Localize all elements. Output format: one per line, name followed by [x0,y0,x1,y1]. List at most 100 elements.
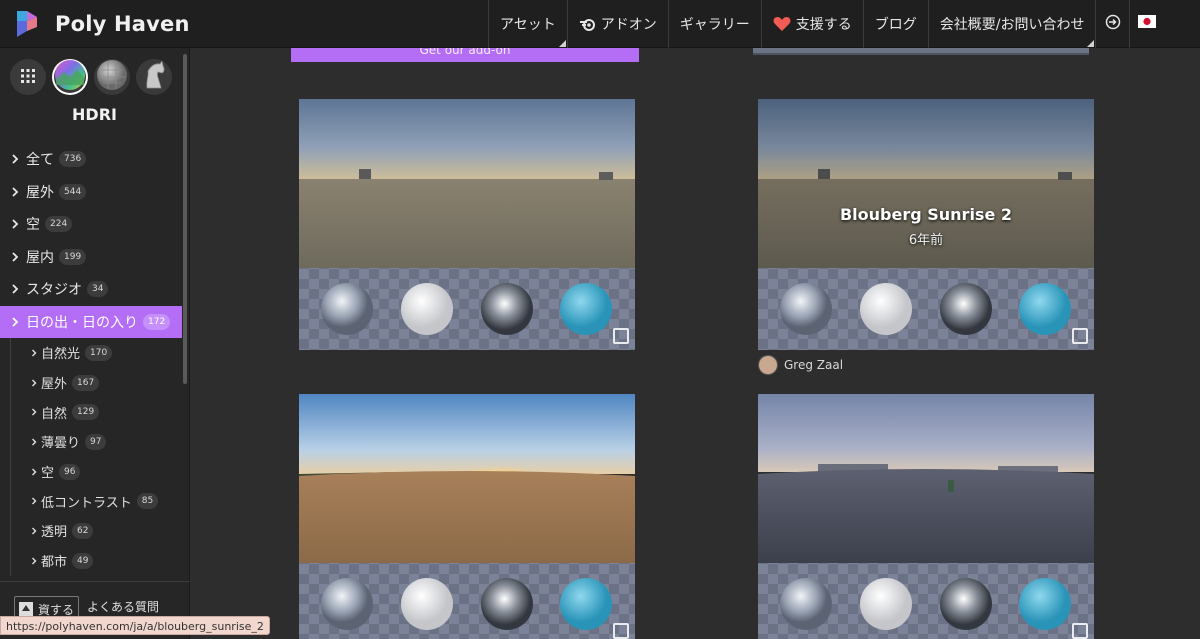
asset-title: Blouberg Sunrise 2 [839,205,1013,224]
gallery-icon [1072,623,1088,639]
japan-flag-icon [1137,15,1156,32]
previous-asset-thumbnail[interactable] [753,48,1089,55]
category-label: 全て [26,152,54,169]
chevron-right-icon [31,468,37,476]
subcategory-natural-light[interactable]: 自然光 170 [10,338,189,368]
nav-addon-label: アドオン [600,16,657,33]
subcategory-count: 97 [85,433,107,450]
main-nav: アセット アドオン ギャラリー 支援する ブログ 会社概要/お問い合わせ [488,0,1163,48]
subcategory-label: 自然 [41,406,68,422]
nav-about-contact[interactable]: 会社概要/お問い合わせ [927,0,1096,48]
category-indoor[interactable]: 屋内 199 [0,241,182,274]
textures-type-button[interactable] [94,59,130,95]
sidebar: HDRI 全て 736 屋外 544 空 224 屋内 199 スタジオ 34 [0,48,190,639]
category-count: 199 [59,248,87,265]
site-title: Poly Haven [55,11,190,36]
subcategory-urban[interactable]: 都市 49 [10,545,189,576]
asset-thumbnail[interactable] [299,394,635,639]
nav-assets-label: アセット [500,16,556,33]
asset-card[interactable] [299,99,635,350]
horse-model-icon [137,59,171,95]
subcategory-count: 85 [136,493,159,510]
login-button[interactable] [1095,0,1129,48]
category-studio[interactable]: スタジオ 34 [0,273,182,306]
category-outdoor[interactable]: 屋外 544 [0,176,182,209]
subcategory-partly-cloudy[interactable]: 薄曇り 97 [10,427,189,457]
logo[interactable]: Poly Haven [0,0,488,48]
category-all[interactable]: 全て 736 [0,143,182,176]
category-list: 全て 736 屋外 544 空 224 屋内 199 スタジオ 34 日の出・日… [0,143,189,576]
category-count: 224 [45,216,73,233]
subcategory-count: 96 [59,463,81,480]
asset-grid: Get our add-on Blouberg Sunrise 2 6年前 Gr… [191,48,1200,639]
subcategory-count: 62 [72,522,94,539]
grid-icon [21,68,35,87]
category-label: 屋外 [26,184,54,201]
subcategory-low-contrast[interactable]: 低コントラスト 85 [10,486,189,517]
link-status-bar: https://polyhaven.com/ja/a/blouberg_sunr… [0,616,270,635]
subcategory-label: 空 [41,466,55,482]
chevron-right-icon [31,379,37,387]
poly-haven-logo-icon [14,9,40,39]
subcategory-nature[interactable]: 自然 129 [10,397,189,428]
category-count: 544 [59,183,87,200]
subcategory-label: 自然光 [41,347,81,363]
nav-support[interactable]: 支援する [760,0,863,48]
models-type-button[interactable] [136,59,172,95]
chevron-right-icon [11,317,21,327]
subcategory-count: 170 [85,344,113,361]
subcategory-sky[interactable]: 空 96 [10,456,189,487]
category-label: 日の出・日の入り [26,314,138,331]
asset-card-blouberg-sunrise-2[interactable]: Blouberg Sunrise 2 6年前 [758,99,1094,350]
subcategory-count: 167 [72,374,100,391]
faq-link[interactable]: よくある質問 [87,598,159,615]
asset-thumbnail[interactable] [299,99,635,350]
category-label: 空 [26,217,40,234]
chevron-right-icon [11,154,21,164]
subcategory-label: 屋外 [41,377,68,393]
nav-addon[interactable]: アドオン [566,0,668,48]
heart-icon [773,16,791,32]
asset-thumbnail[interactable]: Blouberg Sunrise 2 6年前 [758,99,1094,350]
gallery-icon [613,623,629,639]
subcategory-clear[interactable]: 透明 62 [10,516,189,546]
all-assets-button[interactable] [10,59,46,95]
chevron-right-icon [31,349,37,357]
login-icon [1105,14,1121,34]
category-sunrise-sunset[interactable]: 日の出・日の入り 172 [0,305,182,338]
hdri-icon [53,59,87,95]
sidebar-scrollbar[interactable] [183,54,187,384]
asset-card[interactable] [758,394,1094,639]
gallery-icon [613,328,629,344]
language-selector[interactable] [1129,0,1163,48]
chevron-right-icon [31,497,37,505]
hdri-type-button[interactable] [52,59,88,95]
asset-thumbnail[interactable] [758,394,1094,639]
sidebar-title: HDRI [72,105,117,124]
subcategory-outdoor[interactable]: 屋外 167 [10,367,189,398]
upvote-icon [19,602,33,616]
nav-gallery[interactable]: ギャラリー [667,0,761,48]
dropdown-indicator-icon [1087,39,1095,47]
gallery-icon [1072,328,1088,344]
nav-about-label: 会社概要/お問い合わせ [939,16,1085,33]
texture-sphere-icon [95,59,129,95]
nav-support-label: 支援する [795,16,852,33]
avatar [758,355,778,375]
blender-icon [579,17,596,31]
nav-blog[interactable]: ブログ [862,0,928,48]
chevron-right-icon [11,187,21,197]
top-header: Poly Haven アセット アドオン ギャラリー 支援する ブログ 会社概要… [0,0,1200,48]
subcategory-count: 49 [72,552,94,569]
asset-author[interactable]: Greg Zaal [758,355,843,375]
subcategory-label: 低コントラスト [41,495,132,511]
addon-promo-button[interactable]: Get our add-on [291,48,639,62]
asset-card[interactable] [299,394,635,639]
nav-assets[interactable]: アセット [488,0,567,48]
category-sky[interactable]: 空 224 [0,208,182,241]
chevron-right-icon [31,557,37,565]
chevron-right-icon [11,284,21,294]
category-label: スタジオ [26,282,82,299]
nav-gallery-label: ギャラリー [679,16,750,33]
chevron-right-icon [31,438,37,446]
